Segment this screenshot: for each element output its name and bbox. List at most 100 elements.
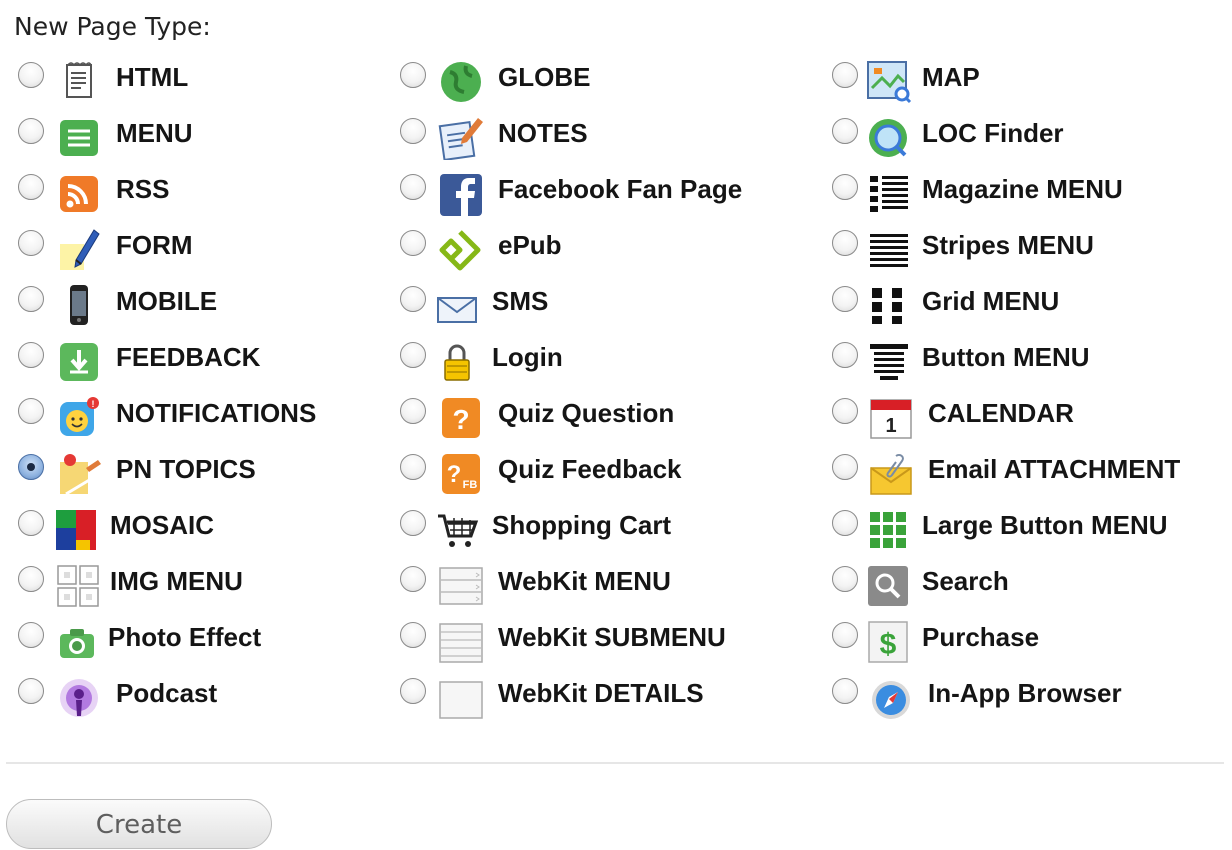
option-label: MENU [116, 118, 193, 148]
option-label: ePub [498, 230, 562, 260]
magazine-menu-icon [866, 170, 912, 216]
shopping-cart-icon [434, 506, 480, 552]
radio-mosaic[interactable] [18, 510, 44, 536]
radio-webkit-details[interactable] [400, 678, 426, 704]
radio-login[interactable] [400, 342, 426, 368]
radio-webkit-submenu[interactable] [400, 622, 426, 648]
loc-finder-icon [866, 114, 912, 160]
radio-sms[interactable] [400, 286, 426, 312]
option-label: Search [922, 566, 1009, 596]
page-type-heading: New Page Type: [14, 12, 211, 41]
radio-calendar[interactable] [832, 398, 858, 424]
notifications-icon: ! [56, 394, 102, 440]
option-label: HTML [116, 62, 189, 92]
quiz-feedback-icon: ? FB [438, 450, 484, 496]
radio-purchase[interactable] [832, 622, 858, 648]
menu-icon [56, 114, 102, 160]
divider [6, 762, 1224, 764]
radio-large-button-menu[interactable] [832, 510, 858, 536]
radio-photo-effect[interactable] [18, 622, 44, 648]
radio-menu[interactable] [18, 118, 44, 144]
radio-img-menu[interactable] [18, 566, 44, 592]
option-label: MAP [922, 62, 980, 92]
compass-browser-icon [868, 674, 914, 720]
svg-text:$: $ [880, 628, 897, 661]
svg-text:!: ! [92, 399, 95, 409]
lock-icon [434, 338, 480, 384]
form-pencil-icon [56, 226, 102, 272]
option-label: Shopping Cart [492, 510, 672, 540]
svg-text:FB: FB [463, 479, 478, 491]
option-label: Purchase [922, 622, 1040, 652]
radio-quiz-feedback[interactable] [400, 454, 426, 480]
globe-icon [438, 58, 484, 104]
create-button[interactable]: Create [6, 799, 272, 849]
option-label: Quiz Feedback [498, 454, 682, 484]
radio-epub[interactable] [400, 230, 426, 256]
radio-grid-menu[interactable] [832, 286, 858, 312]
pn-topics-icon [56, 450, 102, 496]
radio-pn-topics[interactable] [18, 454, 44, 480]
option-label: In-App Browser [928, 678, 1122, 708]
radio-html[interactable] [18, 62, 44, 88]
radio-mobile[interactable] [18, 286, 44, 312]
radio-shopping-cart[interactable] [400, 510, 426, 536]
option-label: LOC Finder [922, 118, 1064, 148]
option-label: IMG MENU [110, 566, 243, 596]
radio-map[interactable] [832, 62, 858, 88]
option-label: Photo Effect [108, 622, 262, 652]
option-label: CALENDAR [928, 398, 1074, 428]
email-attachment-icon [868, 450, 914, 496]
radio-facebook[interactable] [400, 174, 426, 200]
radio-quiz-question[interactable] [400, 398, 426, 424]
svg-text:?: ? [452, 404, 469, 435]
option-label: Facebook Fan Page [498, 174, 743, 204]
radio-rss[interactable] [18, 174, 44, 200]
radio-notes[interactable] [400, 118, 426, 144]
large-button-menu-icon [866, 506, 912, 552]
button-menu-icon [866, 338, 912, 384]
option-label: Magazine MENU [922, 174, 1123, 204]
option-label: Button MENU [922, 342, 1090, 372]
option-label: Stripes MENU [922, 230, 1094, 260]
rss-icon [56, 170, 102, 216]
option-label: WebKit SUBMENU [498, 622, 726, 652]
option-label: Podcast [116, 678, 218, 708]
option-label: RSS [116, 174, 170, 204]
radio-notifications[interactable] [18, 398, 44, 424]
option-label: Login [492, 342, 563, 372]
radio-stripes-menu[interactable] [832, 230, 858, 256]
option-label: NOTIFICATIONS [116, 398, 317, 428]
option-label: SMS [492, 286, 549, 316]
radio-in-app-browser[interactable] [832, 678, 858, 704]
radio-feedback[interactable] [18, 342, 44, 368]
option-label: MOBILE [116, 286, 218, 316]
podcast-icon [56, 674, 102, 720]
map-icon [866, 58, 912, 104]
radio-email-attachment[interactable] [832, 454, 858, 480]
radio-button-menu[interactable] [832, 342, 858, 368]
radio-globe[interactable] [400, 62, 426, 88]
webkit-menu-icon [438, 562, 484, 608]
radio-magazine-menu[interactable] [832, 174, 858, 200]
option-label: NOTES [498, 118, 588, 148]
option-label: WebKit DETAILS [498, 678, 704, 708]
calendar-icon: 1 [868, 394, 914, 440]
quiz-question-icon: ? [438, 394, 484, 440]
radio-search[interactable] [832, 566, 858, 592]
radio-loc-finder[interactable] [832, 118, 858, 144]
radio-podcast[interactable] [18, 678, 44, 704]
envelope-icon [434, 282, 480, 328]
option-label: FEEDBACK [116, 342, 261, 372]
radio-form[interactable] [18, 230, 44, 256]
option-label: Large Button MENU [922, 510, 1168, 540]
epub-icon [438, 226, 484, 272]
html-document-icon [56, 58, 102, 104]
radio-webkit-menu[interactable] [400, 566, 426, 592]
option-label: PN TOPICS [116, 454, 256, 484]
purchase-icon: $ [866, 618, 912, 664]
option-label: FORM [116, 230, 193, 260]
search-icon [866, 562, 912, 608]
option-label: WebKit MENU [498, 566, 671, 596]
notes-icon [438, 114, 484, 160]
